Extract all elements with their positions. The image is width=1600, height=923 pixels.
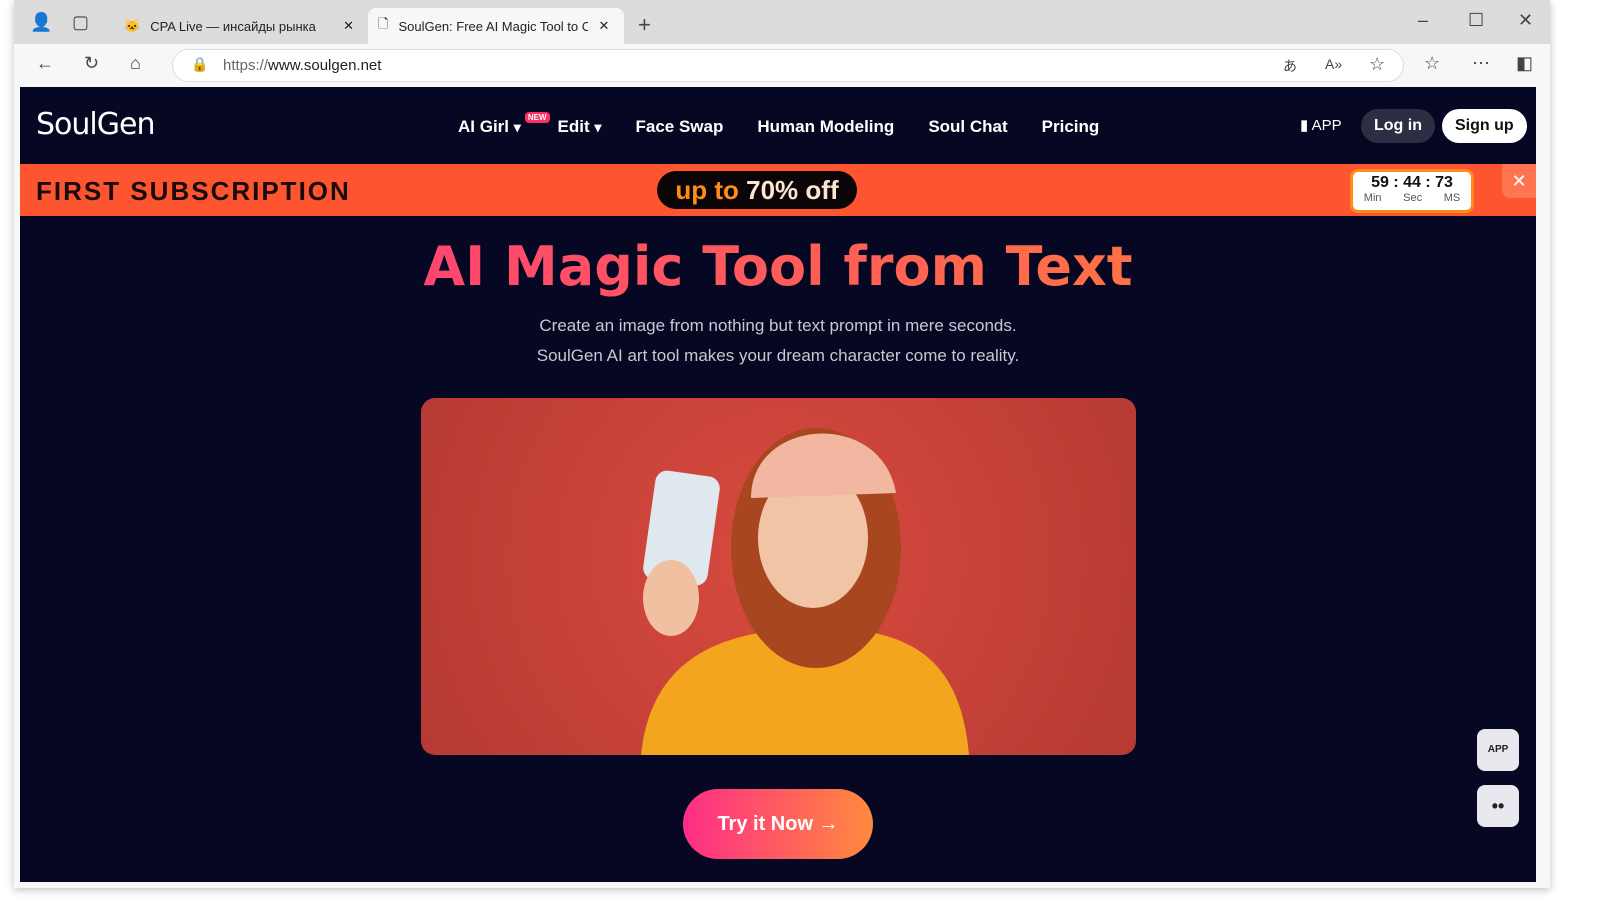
new-badge: NEW xyxy=(524,112,550,123)
woman-selfie-illustration xyxy=(641,428,969,755)
nav-ai-girl[interactable]: AI Girl ▾NEW xyxy=(458,112,550,137)
more-icon[interactable]: ⋯ xyxy=(1472,53,1490,74)
webpage: SoulGen AI Girl ▾NEW Edit ▾ Face Swap Hu… xyxy=(20,87,1536,882)
profile-icon[interactable]: 👤 xyxy=(30,12,52,33)
tab-favicon-icon: 🐱 xyxy=(124,18,141,33)
url-input[interactable]: 🔒 https://www.soulgen.net あ A» ☆ xyxy=(172,49,1404,82)
promo-banner[interactable]: FIRST SUBSCRIPTION up to 70% off 59 : 44… xyxy=(20,164,1536,216)
timer-value: 59 : 44 : 73 xyxy=(1371,174,1453,191)
hero-title: AI Magic Tool from Text xyxy=(20,235,1536,298)
nav-label: Edit xyxy=(557,117,590,136)
browser-window: 👤 ▢ 🐱 CPA Live — инсайды рынка ✕ 🗋 SoulGen:… xyxy=(14,0,1550,888)
read-aloud-icon[interactable]: A» xyxy=(1325,56,1342,72)
sidebar-icon[interactable]: ◧ xyxy=(1516,53,1533,74)
address-bar: ← ↻ ⌂ 🔒 https://www.soulgen.net あ A» ☆ ☆… xyxy=(14,44,1550,87)
chat-bot-button[interactable]: •• xyxy=(1477,785,1519,827)
signup-button[interactable]: Sign up xyxy=(1442,109,1527,143)
url-host: www.soulgen.net xyxy=(268,57,382,74)
close-promo-button[interactable]: ✕ xyxy=(1502,164,1536,198)
minimize-icon[interactable]: – xyxy=(1418,10,1428,31)
url-prefix: https:// xyxy=(223,57,269,74)
nav-human-modeling[interactable]: Human Modeling xyxy=(757,117,894,137)
close-window-icon[interactable]: ✕ xyxy=(1518,10,1533,31)
floating-app-button[interactable]: APP xyxy=(1477,729,1519,771)
tab-soulgen[interactable]: 🗋 SoulGen: Free AI Magic Tool to Cr ✕ xyxy=(368,8,624,44)
favorites-icon[interactable]: ☆ xyxy=(1424,53,1440,74)
discount-value: 70% off xyxy=(746,175,839,205)
maximize-icon[interactable]: ☐ xyxy=(1468,10,1484,31)
translate-icon[interactable]: あ xyxy=(1283,56,1297,76)
nav-edit[interactable]: Edit ▾ xyxy=(558,117,602,137)
timer-label: Sec xyxy=(1403,192,1423,204)
discount-prefix: up to xyxy=(675,175,739,205)
hero-image xyxy=(421,398,1136,755)
try-it-now-button[interactable]: Try it Now → xyxy=(683,789,873,859)
tab-title: SoulGen: Free AI Magic Tool to Cr xyxy=(398,18,589,34)
login-button[interactable]: Log in xyxy=(1361,109,1435,143)
home-icon[interactable]: ⌂ xyxy=(130,53,141,74)
dropdown-icon: ▾ xyxy=(594,120,602,136)
app-label: APP xyxy=(1311,117,1342,134)
subtitle-line: SoulGen AI art tool makes your dream cha… xyxy=(536,346,1020,365)
tab-cpa[interactable]: 🐱 CPA Live — инсайды рынка ✕ xyxy=(114,8,364,44)
timer-label: MS xyxy=(1443,192,1461,204)
favorite-star-icon[interactable]: ☆ xyxy=(1369,54,1385,75)
hero-subtitle: Create an image from nothing but text pr… xyxy=(20,311,1536,371)
close-tab-icon[interactable]: ✕ xyxy=(343,18,354,34)
dropdown-icon: ▾ xyxy=(513,120,521,136)
nav-soul-chat[interactable]: Soul Chat xyxy=(928,117,1007,137)
subtitle-line: Create an image from nothing but text pr… xyxy=(539,316,1017,335)
nav-face-swap[interactable]: Face Swap xyxy=(635,117,723,137)
new-tab-icon[interactable]: + xyxy=(638,12,651,38)
tab-actions-icon[interactable]: ▢ xyxy=(72,12,89,33)
main-nav: AI Girl ▾NEW Edit ▾ Face Swap Human Mode… xyxy=(458,112,1100,137)
app-link[interactable]: ▮ APP xyxy=(1300,116,1342,134)
site-header: SoulGen AI Girl ▾NEW Edit ▾ Face Swap Hu… xyxy=(20,87,1536,164)
timer-label: Min xyxy=(1363,192,1382,204)
refresh-icon[interactable]: ↻ xyxy=(84,53,99,74)
nav-label: AI Girl xyxy=(458,117,510,136)
discount-pill: up to 70% off xyxy=(657,171,857,209)
close-tab-icon[interactable]: ✕ xyxy=(598,18,609,34)
tab-bar: 👤 ▢ 🐱 CPA Live — инсайды рынка ✕ 🗋 SoulGen:… xyxy=(14,0,1550,44)
page-icon: 🗋 xyxy=(378,16,389,31)
tab-title: CPA Live — инсайды рынка xyxy=(150,18,316,34)
nav-pricing[interactable]: Pricing xyxy=(1042,117,1100,137)
promo-title: FIRST SUBSCRIPTION xyxy=(36,176,351,206)
lock-icon[interactable]: 🔒 xyxy=(191,56,208,73)
countdown-timer: 59 : 44 : 73 Min Sec MS xyxy=(1350,169,1474,213)
logo[interactable]: SoulGen xyxy=(36,107,155,142)
phone-icon: ▮ xyxy=(1300,117,1309,134)
chat-icon: •• xyxy=(1491,796,1505,816)
back-icon[interactable]: ← xyxy=(36,53,54,74)
